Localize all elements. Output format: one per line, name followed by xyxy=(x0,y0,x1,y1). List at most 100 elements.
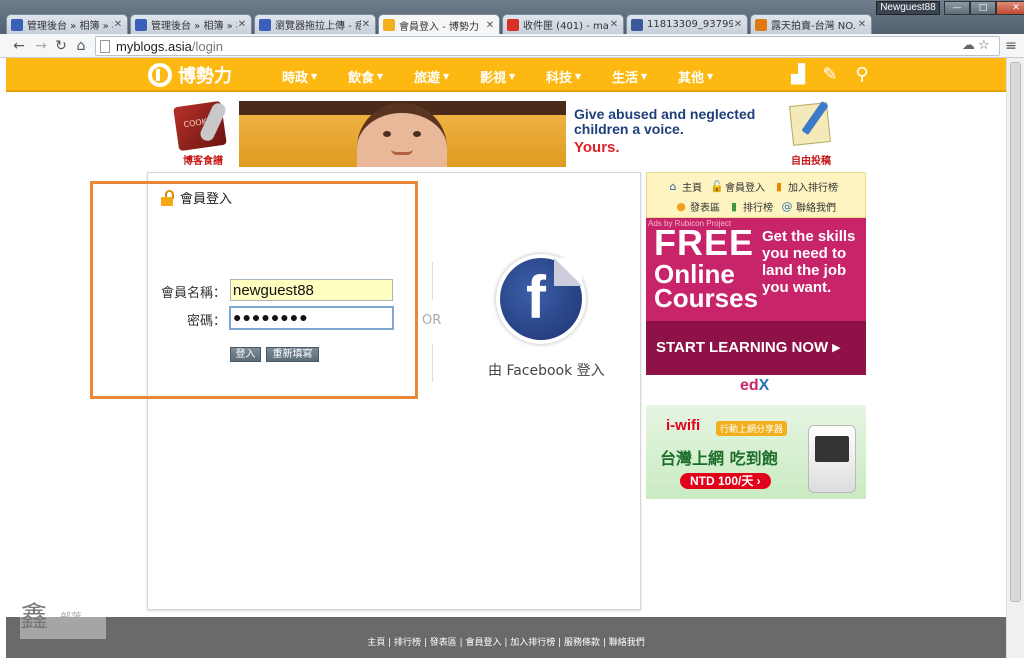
recipe-link[interactable]: 博客食譜 xyxy=(172,100,234,168)
quick-link-label: 排行榜 xyxy=(743,203,773,214)
password-input[interactable]: ●●●●●●●● xyxy=(229,306,394,330)
facebook-login-label[interactable]: 由 Facebook 登入 xyxy=(488,360,605,380)
quick-link-label: 會員登入 xyxy=(725,183,765,194)
pencil-icon[interactable]: ✎ xyxy=(814,64,846,88)
login-title-text: 會員登入 xyxy=(180,192,233,207)
site-logo[interactable]: 博勢力 xyxy=(148,62,232,88)
forward-icon[interactable]: → xyxy=(32,37,50,55)
username-label: 會員名稱： xyxy=(160,286,226,301)
wifi-ad[interactable]: i-wifi 行動上網分享器 台灣上網 吃到飽 NTD 100/天 › xyxy=(646,405,866,499)
tab-close-icon[interactable]: ✕ xyxy=(361,19,371,30)
menu-item[interactable]: 飲食 ▼ xyxy=(348,67,414,86)
browser-tab[interactable]: 露天拍賣-台灣 NO.1 ✕ xyxy=(750,14,872,34)
edx-logo[interactable]: edX xyxy=(740,377,769,395)
browser-tab[interactable]: 管理後台 » 相簿 » 相 ✕ xyxy=(130,14,252,34)
tab-close-icon[interactable]: ✕ xyxy=(733,19,743,30)
quick-link[interactable]: ▮ 加入排行榜 xyxy=(773,179,838,194)
caret-down-icon: ▼ xyxy=(443,72,450,81)
tab-close-icon[interactable]: ✕ xyxy=(113,19,123,30)
quick-link-icon: 🔓 xyxy=(710,179,724,193)
footer-links[interactable]: 主頁 | 排行榜 | 發表區 | 會員登入 | 加入排行榜 | 服務條款 | 聯… xyxy=(6,635,1006,648)
wifi-price-button[interactable]: NTD 100/天 › xyxy=(680,473,771,489)
browser-tab[interactable]: 瀏覽器拖拉上傳 - 痞 ✕ xyxy=(254,14,376,34)
tab-favicon-icon xyxy=(507,18,519,31)
menu-item[interactable]: 科技 ▼ xyxy=(546,67,612,86)
minimize-button[interactable]: — xyxy=(944,1,970,15)
scroll-thumb[interactable] xyxy=(1010,62,1021,602)
quick-link[interactable]: 🔓 會員登入 xyxy=(710,179,765,194)
browser-tab[interactable]: 11813309_93799625✕ xyxy=(626,14,748,34)
maximize-button[interactable]: □ xyxy=(970,1,996,15)
ad-free-title: FREE xyxy=(654,222,755,263)
tab-close-icon[interactable]: ✕ xyxy=(857,19,867,30)
menu-item[interactable]: 生活 ▼ xyxy=(612,67,678,86)
home-icon[interactable]: ⌂ xyxy=(72,37,90,55)
page-icon xyxy=(100,40,110,53)
caret-down-icon: ▼ xyxy=(641,72,648,81)
quick-link-icon: @ xyxy=(781,199,793,213)
tab-close-icon[interactable]: ✕ xyxy=(609,19,619,30)
tab-strip: 管理後台 » 相簿 » 相 ✕ 管理後台 » 相簿 » 相 ✕ 瀏覽器拖拉上傳 - 痞 ✕… xyxy=(6,14,874,35)
tab-favicon-icon xyxy=(11,18,23,31)
close-window-button[interactable]: ✕ xyxy=(996,1,1024,15)
free-post-link[interactable]: 自由投稿 xyxy=(781,100,841,168)
caret-down-icon: ▼ xyxy=(311,72,318,81)
username-input[interactable] xyxy=(230,279,393,301)
tab-title: 瀏覽器拖拉上傳 - 痞 xyxy=(275,21,361,32)
extension-icon[interactable]: ☁ xyxy=(962,38,975,53)
tab-close-icon[interactable]: ✕ xyxy=(485,20,495,31)
banner-line1: Give abused and neglected children a voi… xyxy=(574,106,756,137)
tab-title: 露天拍賣-台灣 NO.1 xyxy=(771,21,857,32)
quick-links-row2: ● 發表區 ▮ 排行榜 @ 聯絡我們 xyxy=(675,199,844,214)
user-badge[interactable]: Newguest88 xyxy=(876,1,940,15)
window-titlebar: 管理後台 » 相簿 » 相 ✕ 管理後台 » 相簿 » 相 ✕ 瀏覽器拖拉上傳 - 痞 ✕… xyxy=(0,0,1024,35)
quick-link-icon: ● xyxy=(676,199,686,213)
menu-item[interactable]: 旅遊 ▼ xyxy=(414,67,480,86)
quick-link-icon: ⌂ xyxy=(669,179,677,193)
address-bar[interactable]: myblogs.asia/login ☁ ☆ xyxy=(95,36,1000,56)
menu-item[interactable]: 影視 ▼ xyxy=(480,67,546,86)
quick-link[interactable]: ▮ 排行榜 xyxy=(728,199,773,214)
bookmark-star-icon[interactable]: ☆ xyxy=(978,38,990,53)
banner-ad[interactable]: Give abused and neglected children a voi… xyxy=(239,101,773,167)
tab-favicon-icon xyxy=(259,18,271,31)
header-icons: ▟ ✎ ⚲ xyxy=(782,64,878,88)
chart-icon[interactable]: ▟ xyxy=(782,64,814,88)
quick-link[interactable]: ⌂ 主頁 xyxy=(667,179,703,194)
start-learning-button[interactable]: START LEARNING NOW ▸ xyxy=(646,321,866,375)
browser-tab[interactable]: 收件匣 (401) - mand✕ xyxy=(502,14,624,34)
caret-down-icon: ▼ xyxy=(707,72,714,81)
caret-down-icon: ▼ xyxy=(377,72,384,81)
login-button[interactable]: 登入 xyxy=(230,347,261,362)
search-icon[interactable]: ⚲ xyxy=(846,64,878,88)
quick-link[interactable]: ● 發表區 xyxy=(675,199,720,214)
menu-item[interactable]: 時政 ▼ xyxy=(282,67,348,86)
reset-button[interactable]: 重新填寫 xyxy=(266,347,319,362)
recipe-label: 博客食譜 xyxy=(183,156,223,167)
tab-title: 會員登入 - 博勢力 xyxy=(399,21,479,33)
tab-favicon-icon xyxy=(135,18,147,31)
tab-title: 管理後台 » 相簿 » 相 xyxy=(151,21,237,32)
watermark: 鑫部落 xyxy=(20,595,106,639)
quick-link-label: 加入排行榜 xyxy=(788,183,838,194)
reload-icon[interactable]: ↻ xyxy=(52,37,70,55)
browser-tab[interactable]: 管理後台 » 相簿 » 相 ✕ xyxy=(6,14,128,34)
quick-link[interactable]: @ 聯絡我們 xyxy=(781,199,837,214)
caret-down-icon: ▼ xyxy=(509,72,516,81)
menu-icon[interactable]: ≡ xyxy=(1002,37,1020,55)
quick-link-icon: ▮ xyxy=(775,179,783,193)
url-host: myblogs.asia xyxy=(116,39,192,54)
banner-line2: Yours. xyxy=(574,139,620,156)
tab-close-icon[interactable]: ✕ xyxy=(237,19,247,30)
menu-item-label: 飲食 xyxy=(348,71,375,86)
banner-photo xyxy=(239,101,566,167)
menu-item[interactable]: 其他 ▼ xyxy=(678,67,744,86)
quick-link-label: 發表區 xyxy=(690,203,720,214)
tab-title: 收件匣 (401) - mand xyxy=(523,21,609,32)
facebook-icon[interactable]: f xyxy=(496,254,586,344)
browser-tab[interactable]: 會員登入 - 博勢力 ✕ xyxy=(378,14,500,35)
or-text: OR xyxy=(422,313,442,328)
back-icon[interactable]: ← xyxy=(10,37,28,55)
online-courses-ad[interactable]: Ads by Rubicon Project FREE Online Cours… xyxy=(646,218,866,375)
page-scrollbar[interactable] xyxy=(1006,58,1024,658)
